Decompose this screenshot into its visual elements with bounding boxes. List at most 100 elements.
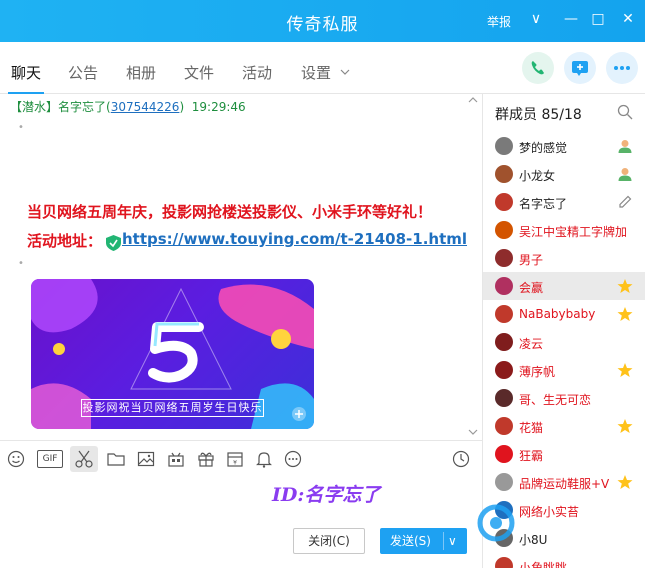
minimize-icon[interactable]: — <box>560 8 582 30</box>
screen-share-button[interactable] <box>564 52 596 84</box>
star-icon <box>617 307 633 321</box>
member-name: 薄序帆 <box>519 365 556 379</box>
chevron-down-icon[interactable] <box>340 68 350 76</box>
sender-qq-link[interactable]: 307544226 <box>111 100 180 114</box>
screenshot-button[interactable] <box>70 446 98 472</box>
star-icon <box>617 279 633 293</box>
edit-pencil-icon <box>619 195 632 208</box>
member-row[interactable]: 小角眺眺 <box>483 552 645 568</box>
member-name: 狂霸 <box>519 449 544 463</box>
window-title: 传奇私服 <box>286 15 359 35</box>
close-button[interactable]: 关闭(C) <box>293 528 365 554</box>
avatar <box>495 137 513 155</box>
group-chat-window: 传奇私服 举报 ∨ — □ ✕ 聊天 公告 相册 文件 活动 设置 【潜水】名字… <box>0 0 645 568</box>
tab-settings[interactable]: 设置 <box>301 62 331 83</box>
member-name: 品牌运动鞋服+V <box>519 477 610 491</box>
member-row[interactable]: 男子 <box>483 244 645 272</box>
gif-icon[interactable]: GIF <box>37 450 63 468</box>
bullet: • <box>18 122 24 133</box>
search-icon[interactable] <box>617 104 633 120</box>
anniversary-banner-image[interactable]: 投影网祝当贝网络五周岁生日快乐 <box>31 279 314 429</box>
star-icon <box>617 475 633 489</box>
more-icon <box>614 66 630 70</box>
member-name: 小龙女 <box>519 169 556 183</box>
message-header: 【潜水】名字忘了(307544226) 19:29:46 <box>10 98 246 115</box>
avatar <box>495 445 513 463</box>
svg-text:¥: ¥ <box>233 460 237 467</box>
member-row[interactable]: 薄序帆 <box>483 356 645 384</box>
member-row[interactable]: 品牌运动鞋服+V <box>483 468 645 496</box>
maximize-icon[interactable]: □ <box>587 8 609 30</box>
title-bar: 传奇私服 举报 ∨ — □ ✕ <box>0 0 645 42</box>
calendar-icon[interactable]: ¥ <box>225 449 245 469</box>
chevron-down-icon[interactable]: ∨ <box>525 8 547 30</box>
avatar <box>495 305 513 323</box>
present-icon[interactable] <box>196 449 216 469</box>
member-row[interactable]: 哥、生无可恋 <box>483 384 645 412</box>
admin-user-icon <box>618 168 632 181</box>
member-row[interactable]: 会赢 <box>483 272 645 300</box>
history-icon[interactable] <box>451 449 471 469</box>
member-name: 凌云 <box>519 337 544 351</box>
member-row[interactable]: 名字忘了 <box>483 188 645 216</box>
qq-close-paren: ) <box>179 100 185 114</box>
bullet: • <box>18 258 24 269</box>
report-button[interactable]: 举报 <box>487 13 511 30</box>
member-name: 男子 <box>519 253 544 267</box>
send-label: 发送(S) <box>390 534 431 548</box>
avatar <box>495 193 513 211</box>
scroll-down-icon[interactable] <box>468 428 478 436</box>
close-icon[interactable]: ✕ <box>617 8 639 30</box>
avatar <box>495 221 513 239</box>
tab-chat[interactable]: 聊天 <box>11 62 41 83</box>
member-row[interactable]: 梦的感觉 <box>483 132 645 160</box>
phone-icon <box>531 61 544 75</box>
member-row[interactable]: 吴江中宝精工字牌加 <box>483 216 645 244</box>
member-count-title: 群成员 85/18 <box>495 107 582 123</box>
sender-name[interactable]: 名字忘了 <box>58 100 106 114</box>
scissors-icon <box>75 450 93 468</box>
banner-caption: 投影网祝当贝网络五周岁生日快乐 <box>81 399 264 417</box>
send-button[interactable]: 发送(S) ∨ <box>380 528 467 554</box>
scroll-up-icon[interactable] <box>468 96 478 104</box>
send-divider <box>443 532 444 550</box>
tab-bar: 聊天 公告 相册 文件 活动 设置 <box>0 42 645 94</box>
announcement-line-1: 当贝网络五周年庆，投影网抢楼送投影仪、小米手环等好礼！ <box>27 203 433 221</box>
folder-icon[interactable] <box>106 449 126 469</box>
member-name: 名字忘了 <box>519 197 568 211</box>
member-name: 吴江中宝精工字牌加 <box>519 225 628 239</box>
member-row[interactable]: 花猫 <box>483 412 645 440</box>
message-time: 19:29:46 <box>191 100 246 114</box>
more-dots-icon[interactable] <box>283 449 303 469</box>
member-row[interactable]: 狂霸 <box>483 440 645 468</box>
avatar <box>495 249 513 267</box>
send-options-chevron-icon[interactable]: ∨ <box>448 528 457 554</box>
tab-files[interactable]: 文件 <box>184 62 214 83</box>
message-input[interactable]: ID:名字忘了 关闭(C) 发送(S) ∨ <box>0 476 482 568</box>
bell-icon[interactable] <box>254 449 274 469</box>
member-row[interactable]: 小龙女 <box>483 160 645 188</box>
member-row[interactable]: NaBabybaby <box>483 300 645 328</box>
image-icon[interactable] <box>136 449 156 469</box>
member-panel: 群成员 85/18 梦的感觉小龙女名字忘了吴江中宝精工字牌加 男子会赢 NaBaby… <box>482 94 645 568</box>
verified-shield-icon <box>106 235 121 251</box>
input-toolbar: GIF ¥ <box>0 440 482 476</box>
member-name: 梦的感觉 <box>519 141 568 155</box>
avatar <box>495 557 513 568</box>
activity-link[interactable]: https://www.touying.com/t-21408-1.html <box>122 230 467 248</box>
avatar <box>495 389 513 407</box>
member-row[interactable]: 凌云 <box>483 328 645 356</box>
site-watermark-logo <box>477 504 515 542</box>
more-options-button[interactable] <box>606 52 638 84</box>
member-role-tag: 【潜水】 <box>10 100 59 114</box>
member-name: 会赢 <box>519 281 544 295</box>
avatar <box>495 333 513 351</box>
emoji-icon[interactable] <box>6 449 26 469</box>
avatar <box>495 473 513 491</box>
tab-activity[interactable]: 活动 <box>242 62 272 83</box>
tab-album[interactable]: 相册 <box>126 62 156 83</box>
chat-message-area[interactable]: 【潜水】名字忘了(307544226) 19:29:46 • 当贝网络五周年庆，… <box>0 94 482 439</box>
gift-box-icon[interactable] <box>166 449 186 469</box>
phone-call-button[interactable] <box>522 52 554 84</box>
tab-notice[interactable]: 公告 <box>68 62 98 83</box>
